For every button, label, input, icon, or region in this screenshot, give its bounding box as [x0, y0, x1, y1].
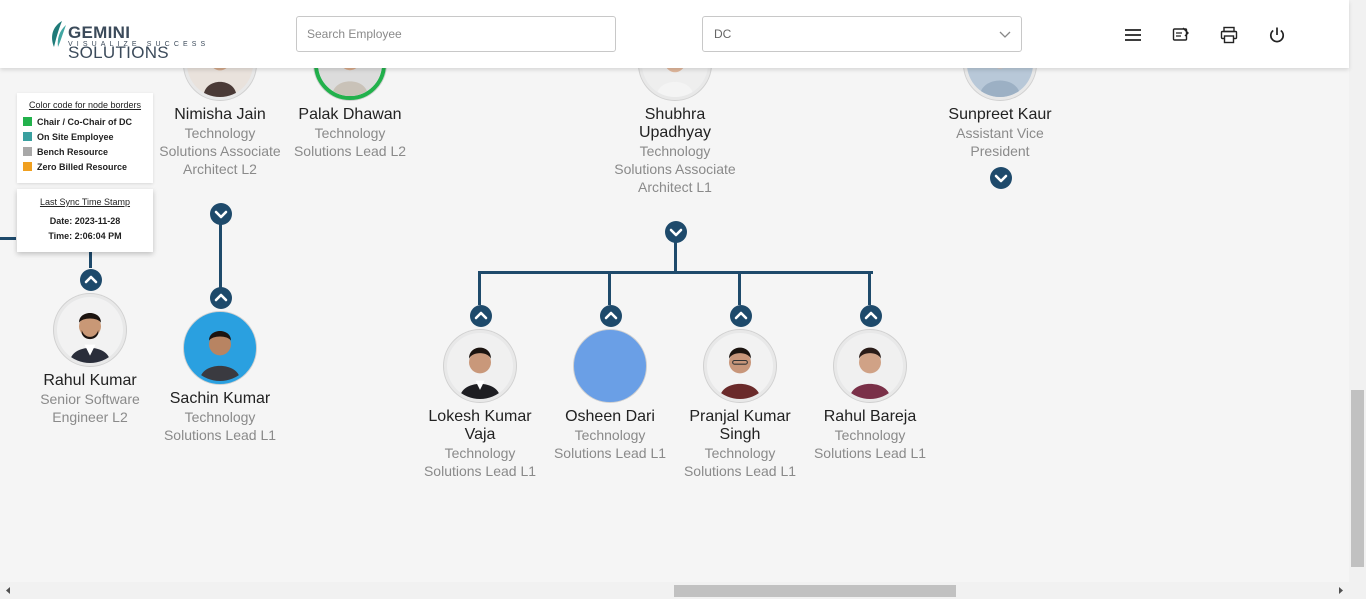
collapse-chevron-up-icon[interactable] — [730, 305, 752, 327]
connector-line — [219, 222, 222, 288]
sync-timestamp-panel: Last Sync Time Stamp Date: 2023-11-28 Ti… — [17, 189, 153, 252]
avatar-rahul-kumar[interactable] — [54, 294, 126, 366]
collapse-chevron-up-icon[interactable] — [860, 305, 882, 327]
employee-title: Technology Solutions Lead L1 — [423, 445, 537, 479]
employee-name: Lokesh Kumar Vaja — [428, 408, 532, 443]
app-header: GEMINI SOLUTIONS VISUALIZE SUCCESS DC — [0, 0, 1349, 68]
employee-title: Senior Software Engineer L2 — [40, 391, 140, 425]
avatar-sunpreet[interactable] — [964, 68, 1036, 100]
employee-name: Nimisha Jain — [174, 106, 266, 123]
node-lokesh-kumar-vaja[interactable]: Lokesh Kumar Vaja Technology Solutions L… — [415, 408, 545, 480]
employee-name: Shubhra Upadhyay — [638, 106, 712, 141]
logo-leaf-icon — [52, 21, 66, 47]
node-rahul-kumar[interactable]: Rahul Kumar Senior Software Engineer L2 — [25, 372, 155, 426]
sync-time: Time: 2:06:04 PM — [48, 231, 122, 241]
gemini-logo[interactable]: GEMINI SOLUTIONS VISUALIZE SUCCESS — [46, 17, 216, 62]
print-icon[interactable] — [1219, 25, 1239, 45]
connector-line — [674, 242, 677, 272]
collapse-chevron-up-icon[interactable] — [600, 305, 622, 327]
org-chart[interactable]: Nimisha Jain Technology Solutions Associ… — [0, 68, 1349, 582]
dc-select[interactable]: DC — [702, 16, 1022, 52]
node-palak-dhawan[interactable]: Palak Dhawan Technology Solutions Lead L… — [285, 106, 415, 160]
menu-icon[interactable] — [1123, 25, 1143, 45]
power-icon[interactable] — [1267, 25, 1287, 45]
collapse-chevron-up-icon[interactable] — [470, 305, 492, 327]
node-pranjal-kumar-singh[interactable]: Pranjal Kumar Singh Technology Solutions… — [675, 408, 805, 480]
node-sunpreet-kaur[interactable]: Sunpreet Kaur Assistant Vice President — [935, 106, 1065, 160]
legend-swatch — [23, 132, 32, 141]
node-rahul-bareja[interactable]: Rahul Bareja Technology Solutions Lead L… — [805, 408, 935, 462]
connector-line — [868, 271, 871, 305]
avatar-shubhra[interactable] — [639, 68, 711, 100]
connector-line — [738, 271, 741, 305]
feedback-icon[interactable] — [1171, 25, 1191, 45]
employee-title: Technology Solutions Lead L1 — [683, 445, 797, 479]
legend-item-chair: Chair / Co-Chair of DC — [23, 117, 147, 132]
connector-line — [89, 252, 92, 268]
avatar-rahul-bareja[interactable] — [834, 330, 906, 402]
employee-name: Rahul Bareja — [823, 408, 917, 425]
dc-select-value: DC — [714, 27, 732, 41]
chevron-down-icon — [999, 31, 1011, 38]
avatar-sachin-kumar[interactable] — [184, 312, 256, 384]
expand-chevron-down-icon[interactable] — [990, 167, 1012, 189]
employee-name: Osheen Dari — [565, 408, 655, 425]
connector-line — [608, 271, 611, 305]
legend-swatch — [23, 162, 32, 171]
legend-swatch — [23, 117, 32, 126]
employee-name: Sachin Kumar — [169, 390, 271, 407]
employee-name: Pranjal Kumar Singh — [689, 408, 791, 443]
legend-swatch — [23, 147, 32, 156]
logo-tagline: VISUALIZE SUCCESS — [68, 41, 210, 48]
avatar-osheen-placeholder[interactable] — [574, 330, 646, 402]
avatar-lokesh[interactable] — [444, 330, 516, 402]
avatar-nimisha[interactable] — [184, 68, 256, 100]
horizontal-scrollbar-thumb[interactable] — [674, 585, 956, 597]
employee-title: Technology Solutions Associate Architect… — [614, 143, 736, 195]
employee-name: Rahul Kumar — [43, 372, 137, 389]
node-osheen-dari[interactable]: Osheen Dari Technology Solutions Lead L1 — [545, 408, 675, 462]
employee-name: Palak Dhawan — [298, 106, 402, 123]
vertical-scrollbar-thumb[interactable] — [1351, 390, 1364, 567]
employee-title: Technology Solutions Lead L2 — [293, 125, 407, 159]
sync-title: Last Sync Time Stamp — [39, 197, 131, 207]
legend-panel: Color code for node borders Chair / Co-C… — [17, 93, 153, 183]
sync-date: Date: 2023-11-28 — [49, 216, 121, 226]
scroll-right-arrow-icon[interactable] — [1337, 586, 1345, 595]
node-nimisha-jain[interactable]: Nimisha Jain Technology Solutions Associ… — [155, 106, 285, 178]
connector-line — [478, 271, 481, 305]
node-sachin-kumar[interactable]: Sachin Kumar Technology Solutions Lead L… — [155, 390, 285, 444]
legend-item-onsite: On Site Employee — [23, 132, 147, 147]
legend-item-zero-billed: Zero Billed Resource — [23, 162, 147, 177]
legend-item-bench: Bench Resource — [23, 147, 147, 162]
node-shubhra-upadhyay[interactable]: Shubhra Upadhyay Technology Solutions As… — [610, 106, 740, 196]
connector-line — [0, 237, 16, 240]
expand-chevron-down-icon[interactable] — [210, 203, 232, 225]
employee-title: Technology Solutions Associate Architect… — [159, 125, 281, 177]
avatar-palak[interactable] — [314, 68, 386, 100]
scroll-left-arrow-icon[interactable] — [4, 586, 12, 595]
employee-title: Assistant Vice President — [956, 125, 1044, 159]
employee-title: Technology Solutions Lead L1 — [163, 409, 277, 443]
search-employee-input[interactable] — [296, 16, 616, 52]
collapse-chevron-up-icon[interactable] — [80, 269, 102, 291]
employee-title: Technology Solutions Lead L1 — [553, 427, 667, 461]
expand-chevron-down-icon[interactable] — [665, 221, 687, 243]
employee-name: Sunpreet Kaur — [948, 106, 1052, 123]
avatar-pranjal[interactable] — [704, 330, 776, 402]
legend-title: Color code for node borders — [28, 100, 142, 110]
connector-line — [478, 271, 873, 274]
employee-title: Technology Solutions Lead L1 — [813, 427, 927, 461]
collapse-chevron-up-icon[interactable] — [210, 287, 232, 309]
